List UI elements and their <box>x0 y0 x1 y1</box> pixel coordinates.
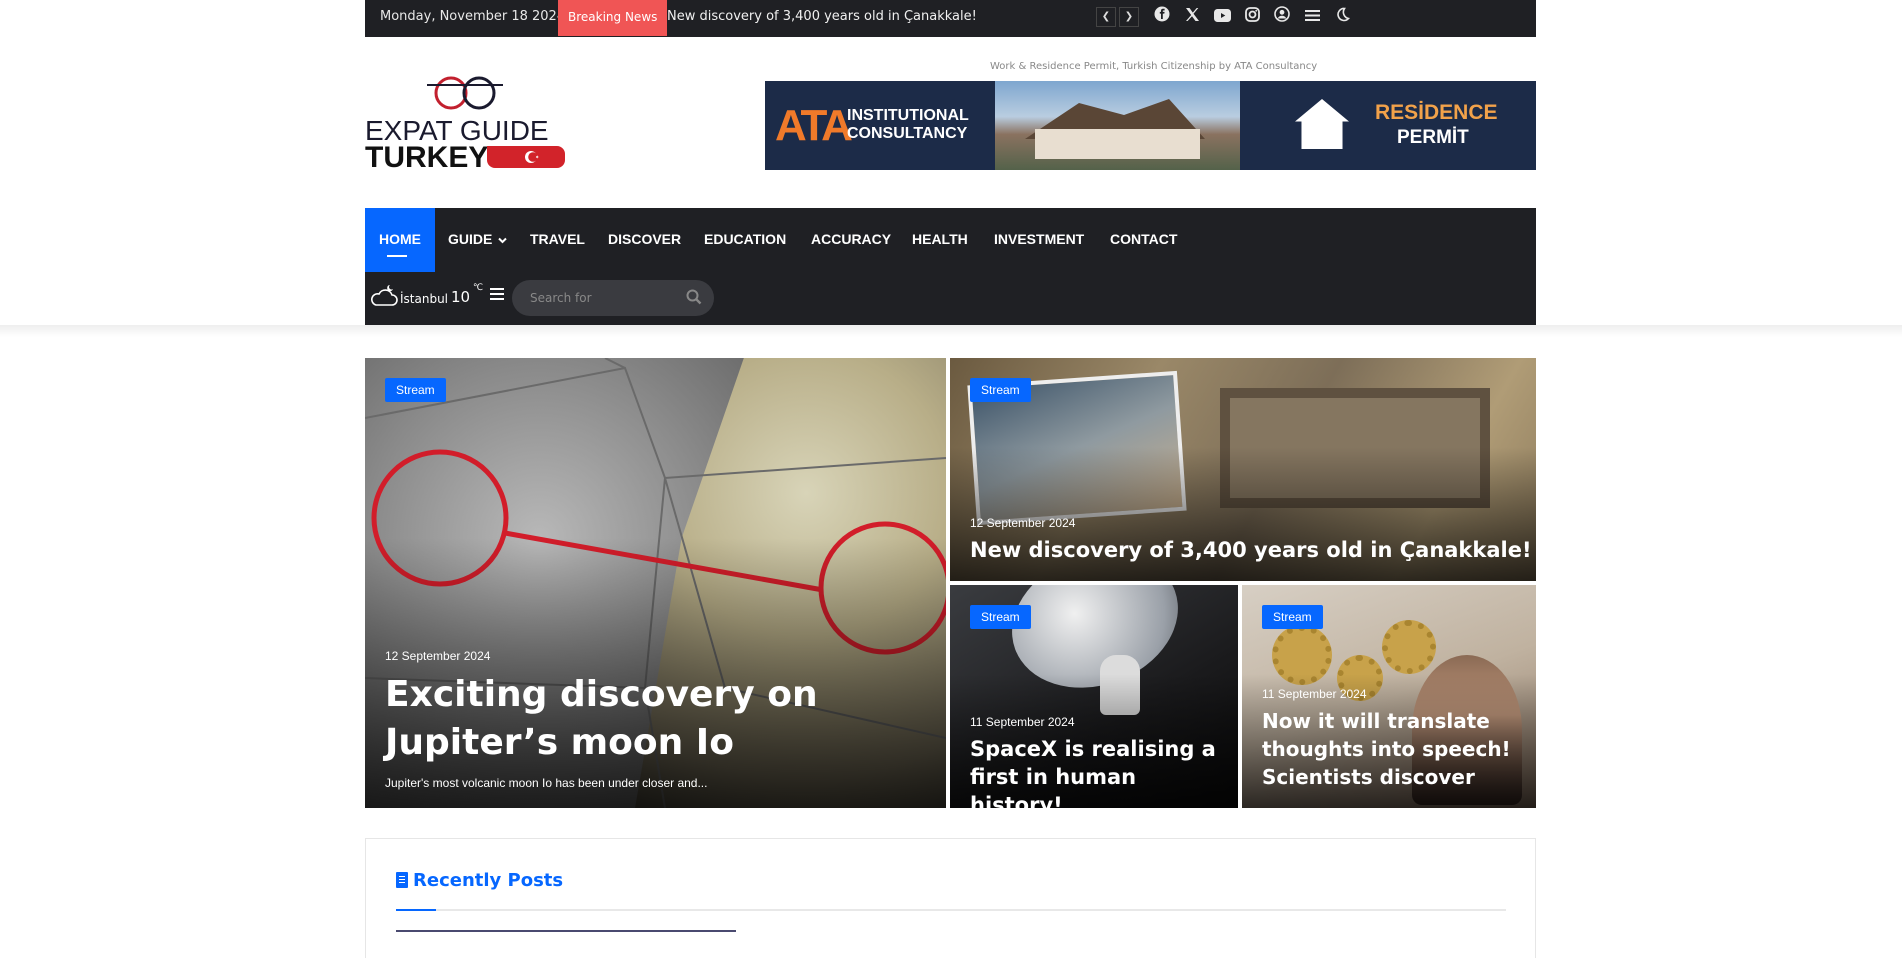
post-date: 12 September 2024 <box>385 649 491 663</box>
weather-city: İstanbul <box>400 292 449 306</box>
ad-banner[interactable]: ATA INSTITUTIONAL CONSULTANCY RESİDENCE … <box>765 81 1536 170</box>
hamburger-menu-icon[interactable] <box>490 288 504 302</box>
search-input[interactable] <box>530 288 680 308</box>
featured-card-io[interactable]: Stream 12 September 2024 Exciting discov… <box>365 358 946 808</box>
turkish-flag-icon <box>487 146 565 168</box>
youtube-icon[interactable] <box>1211 6 1233 28</box>
post-title[interactable]: SpaceX is realising a first in human his… <box>970 735 1220 808</box>
category-badge[interactable]: Stream <box>1262 605 1323 629</box>
chevron-right-icon[interactable]: ❯ <box>1119 7 1139 27</box>
nav-item-investment[interactable]: INVESTMENT <box>994 208 1084 272</box>
search-icon[interactable] <box>686 289 702 305</box>
logo-emblem-icon <box>427 76 503 110</box>
user-icon[interactable] <box>1271 6 1293 28</box>
nav-shadow <box>0 325 1902 337</box>
breaking-news-label: Breaking News <box>558 0 668 36</box>
current-date: Monday, November 18 2024 <box>380 9 566 24</box>
ata-line2: CONSULTANCY <box>847 125 968 142</box>
featured-card-thoughts[interactable]: Stream 11 September 2024 Now it will tra… <box>1242 585 1536 808</box>
gear-icon <box>1382 620 1436 674</box>
post-thumbnail-edge <box>396 930 736 932</box>
nav-item-discover[interactable]: DISCOVER <box>608 208 681 272</box>
featured-card-spacex[interactable]: Stream 11 September 2024 SpaceX is reali… <box>950 585 1238 808</box>
nav-item-home[interactable]: HOME <box>365 208 435 272</box>
post-date: 11 September 2024 <box>1262 687 1367 701</box>
logo-text-line2: TURKEY <box>365 141 489 174</box>
nav-item-guide-label: GUIDE <box>448 231 493 247</box>
section-divider-accent <box>396 909 436 911</box>
document-icon <box>396 872 408 888</box>
site-logo[interactable]: EXPAT GUIDE TURKEY <box>365 75 567 174</box>
category-badge[interactable]: Stream <box>385 378 446 402</box>
banner-residence-text: RESİDENCE <box>1375 101 1498 124</box>
nav-item-contact[interactable]: CONTACT <box>1110 208 1177 272</box>
nav-item-education[interactable]: EDUCATION <box>704 208 786 272</box>
post-date: 12 September 2024 <box>970 516 1076 530</box>
recent-posts-section: Recently Posts <box>365 838 1536 958</box>
section-heading: Recently Posts <box>413 870 564 891</box>
top-bar: Monday, November 18 2024 Breaking News N… <box>365 0 1536 37</box>
moon-icon[interactable] <box>1331 6 1353 28</box>
post-title[interactable]: Now it will translate thoughts into spee… <box>1262 707 1518 791</box>
section-divider <box>396 909 1506 911</box>
ata-brand: ATA <box>775 101 853 150</box>
category-badge[interactable]: Stream <box>970 605 1031 629</box>
post-excerpt: Jupiter's most volcanic moon Io has been… <box>385 776 708 790</box>
nav-item-accuracy[interactable]: ACCURACY <box>811 208 891 272</box>
banner-permit-text: PERMİT <box>1397 127 1469 148</box>
weather-temp: 10 <box>451 288 471 306</box>
featured-card-canakkale[interactable]: Stream 12 September 2024 New discovery o… <box>950 358 1536 581</box>
house-icon <box>1295 99 1349 149</box>
main-navigation: HOME GUIDE TRAVEL DISCOVER EDUCATION ACC… <box>365 208 1536 327</box>
category-badge[interactable]: Stream <box>970 378 1031 402</box>
ad-caption: Work & Residence Permit, Turkish Citizen… <box>990 61 1318 72</box>
house-image <box>995 81 1240 170</box>
post-title[interactable]: New discovery of 3,400 years old in Çana… <box>970 536 1532 564</box>
cloud-moon-icon <box>371 285 398 306</box>
chevron-left-icon[interactable]: ❮ <box>1096 7 1116 27</box>
ata-line1: INSTITUTIONAL <box>847 107 969 124</box>
breaking-news-link[interactable]: New discovery of 3,400 years old in Çana… <box>667 0 977 34</box>
x-icon[interactable] <box>1181 6 1203 28</box>
search-box <box>512 280 714 316</box>
nav-item-travel[interactable]: TRAVEL <box>530 208 585 272</box>
weather-unit: ℃ <box>473 283 484 293</box>
chevron-down-icon <box>498 237 507 244</box>
facebook-icon[interactable] <box>1151 6 1173 28</box>
post-title[interactable]: Exciting discovery on Jupiter’s moon Io <box>385 671 928 767</box>
nav-item-guide[interactable]: GUIDE <box>448 208 507 272</box>
post-date: 11 September 2024 <box>970 715 1075 729</box>
menu-icon[interactable] <box>1301 6 1323 28</box>
nav-item-health[interactable]: HEALTH <box>912 208 968 272</box>
instagram-icon[interactable] <box>1241 6 1263 28</box>
